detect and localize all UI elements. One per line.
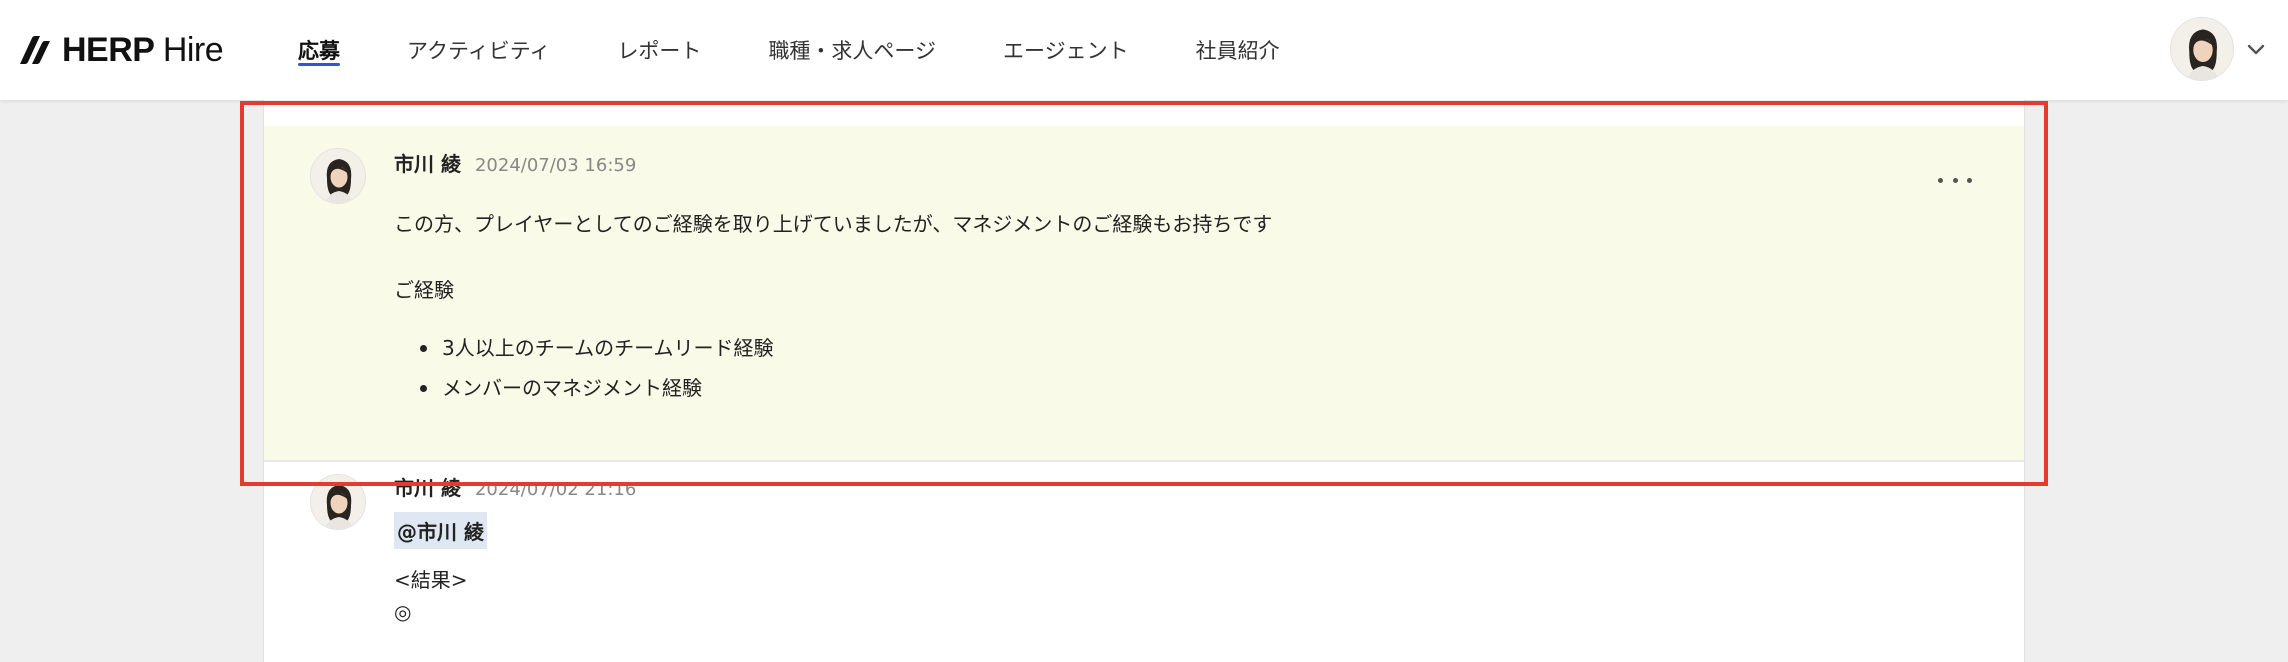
- user-avatar[interactable]: [2170, 17, 2234, 81]
- comment-paragraph: この方、プレイヤーとしてのご経験を取り上げていましたが、マネジメントのご経験もお…: [394, 212, 1273, 236]
- nav-tab-activity[interactable]: アクティビティ: [407, 0, 550, 100]
- comment-author: 市川 綾: [394, 476, 461, 500]
- nav-tab-referrals[interactable]: 社員紹介: [1196, 0, 1280, 100]
- logo-text: HERP Hire: [62, 30, 224, 69]
- comment-meta: 市川 綾 2024/07/02 21:16: [394, 472, 636, 501]
- nav-tab-applications[interactable]: 応募: [298, 0, 340, 100]
- top-navigation-bar: HERP Hire 応募 アクティビティ レポート 職種・求人ページ エージェン…: [0, 0, 2288, 100]
- chevron-down-icon[interactable]: [2246, 42, 2266, 56]
- comment-timestamp: 2024/07/03 16:59: [474, 155, 637, 176]
- comment-line: <結果>: [394, 568, 468, 592]
- main-nav: 応募 アクティビティ レポート 職種・求人ページ エージェント 社員紹介: [298, 0, 1347, 100]
- comment-feed: 市川 綾 2024/07/03 16:59 この方、プレイヤーとしてのご経験を取…: [263, 100, 2025, 662]
- comment-subheading: ご経験: [394, 278, 454, 302]
- comment-card: 市川 綾 2024/07/02 21:16 @市川 綾 <結果> ◎: [264, 464, 2024, 662]
- list-item: 3人以上のチームのチームリード経験: [394, 334, 774, 374]
- list-item: メンバーのマネジメント経験: [394, 374, 774, 414]
- comment-author-avatar[interactable]: [310, 474, 366, 530]
- herp-hire-logo[interactable]: HERP Hire: [18, 30, 224, 70]
- comment-author-avatar[interactable]: [310, 148, 366, 204]
- comment-line: ◎: [394, 600, 412, 624]
- more-options-icon[interactable]: [1938, 170, 1972, 190]
- user-menu[interactable]: [2170, 16, 2266, 82]
- nav-tab-jobs[interactable]: 職種・求人ページ: [768, 0, 936, 100]
- user-mention[interactable]: @市川 綾: [394, 512, 487, 549]
- comment-card-highlighted: 市川 綾 2024/07/03 16:59 この方、プレイヤーとしてのご経験を取…: [264, 126, 2024, 462]
- comment-timestamp: 2024/07/02 21:16: [474, 479, 637, 500]
- experience-list: 3人以上のチームのチームリード経験 メンバーのマネジメント経験: [394, 334, 774, 414]
- herp-logo-icon: [20, 36, 50, 64]
- comment-author: 市川 綾: [394, 152, 461, 176]
- nav-tab-agents[interactable]: エージェント: [1003, 0, 1129, 100]
- nav-tab-reports[interactable]: レポート: [617, 0, 701, 100]
- comment-meta: 市川 綾 2024/07/03 16:59: [394, 148, 636, 177]
